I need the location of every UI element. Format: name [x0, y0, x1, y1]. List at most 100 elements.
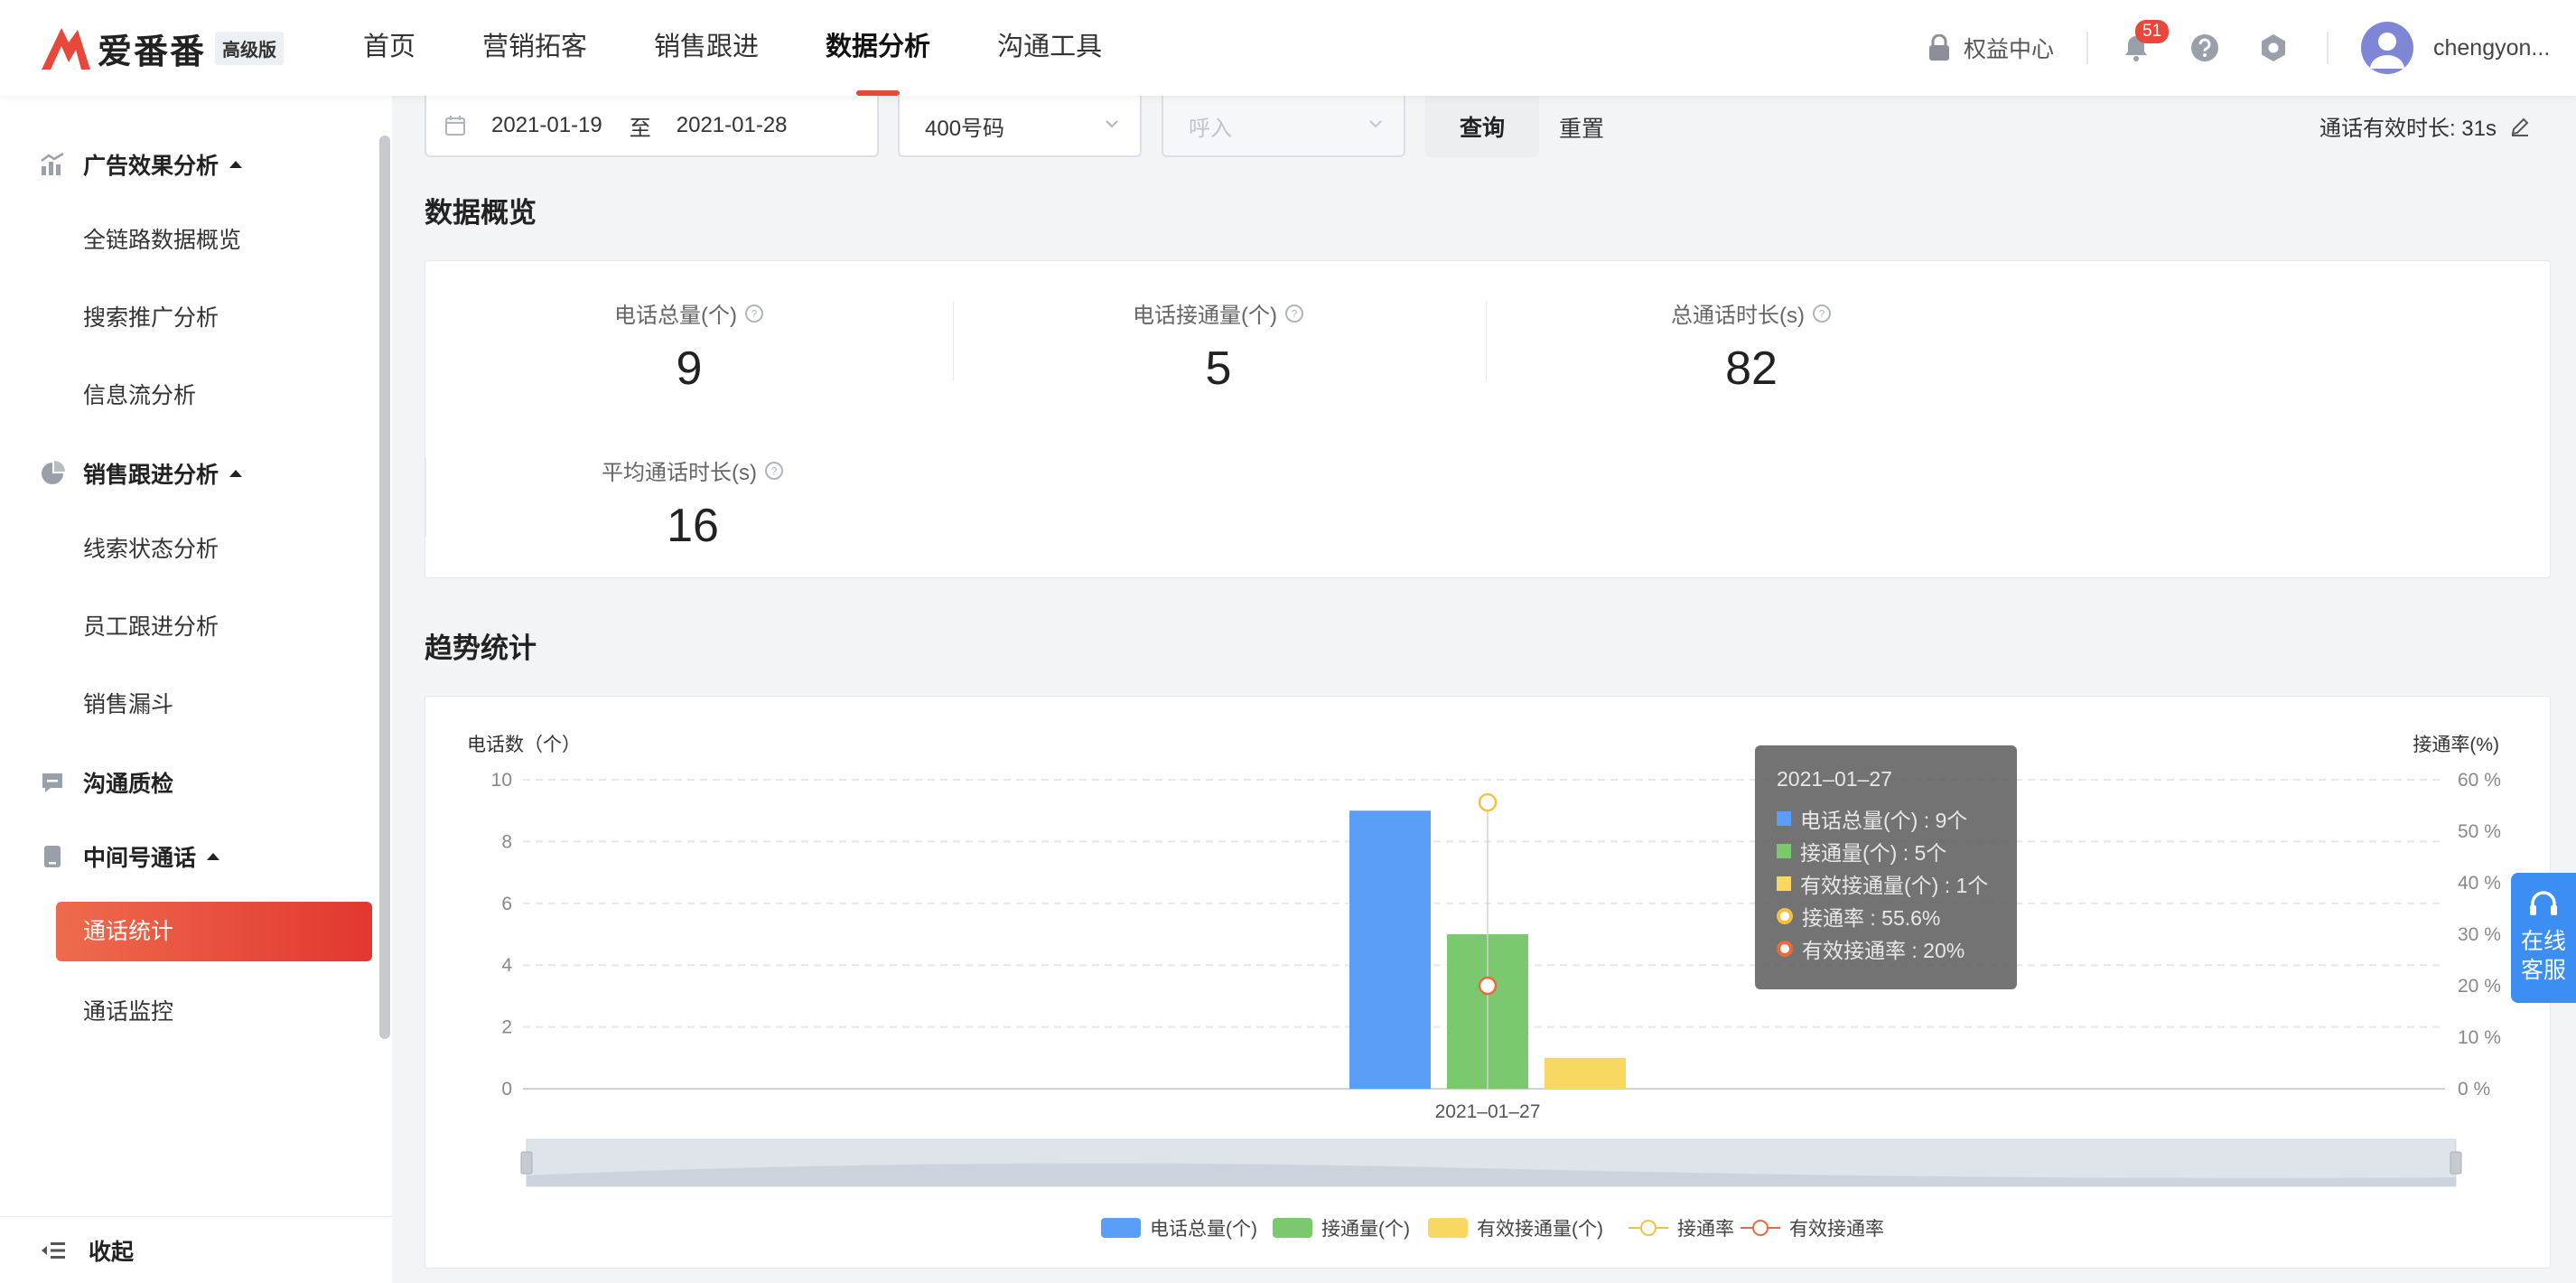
start-date[interactable]: 2021-01-19: [491, 113, 602, 138]
avatar[interactable]: [2361, 22, 2413, 74]
gear-icon: [2262, 34, 2285, 61]
tooltip-text: 接通量(个) : 5个: [1800, 841, 1947, 865]
nav-item-3[interactable]: 数据分析: [826, 0, 930, 96]
number-type-select[interactable]: 400号码: [898, 96, 1142, 157]
caret-up-icon: [207, 853, 220, 860]
help-icon[interactable]: ?: [764, 461, 784, 481]
legend-swatch: [1777, 876, 1791, 891]
phone-icon: [44, 846, 61, 867]
trend-chart-card: 电话数（个） 接通率(%) 0 2 4 6 8 10 0 % 10 % 20 % 30 % 40 % 50…: [425, 696, 2551, 1269]
bar-chart-icon: [41, 152, 64, 175]
stat-value: 5: [1205, 342, 1232, 395]
nav-item-1[interactable]: 营销拓客: [482, 0, 587, 96]
user-icon: [2370, 33, 2404, 69]
online-service-button[interactable]: 在线 客服: [2511, 873, 2576, 1003]
legend-label: 有效接通率: [1789, 1219, 1884, 1240]
legend-swatch: [1777, 908, 1793, 924]
calendar-icon: [445, 116, 465, 136]
tooltip-text: 有效接通量(个) : 1个: [1800, 874, 1989, 897]
nav-item-4[interactable]: 沟通工具: [997, 0, 1102, 96]
bar-2: [1545, 1057, 1626, 1089]
help-icon[interactable]: ?: [1812, 304, 1832, 323]
sidebar-group-quality-check[interactable]: 沟通质检: [40, 766, 173, 799]
overview-title: 数据概览: [425, 197, 537, 229]
svg-text:?: ?: [751, 307, 758, 320]
tooltip-date: 2021–01–27: [1777, 767, 1892, 791]
sidebar-group-label: 沟通质检: [83, 772, 174, 797]
filter-bar: 2021-01-19 至 2021-01-28 400号码 呼入 查询 重置 通…: [425, 96, 2543, 159]
chart-tooltip: 2021–01–27 电话总量(个) : 9个 接通量(个) : 5个 有效接通…: [1755, 745, 2017, 989]
nav-item-2[interactable]: 销售跟进: [654, 0, 759, 96]
sidebar-item-call-monitor[interactable]: 通话监控: [83, 994, 173, 1026]
sidebar-item-lead-status[interactable]: 线索状态分析: [83, 531, 219, 564]
number-type-value: 400号码: [925, 116, 1005, 141]
sidebar-item-sales-funnel[interactable]: 销售漏斗: [83, 687, 173, 719]
logo[interactable]: 爱番番 高级版: [38, 22, 285, 74]
line-point-1: [1478, 976, 1498, 996]
stat-total-duration: 总通话时长(s) ? 82: [1571, 297, 1932, 396]
date-range-picker[interactable]: 2021-01-19 至 2021-01-28: [425, 96, 879, 157]
service-line2: 客服: [2520, 958, 2566, 983]
sidebar-item-full-link[interactable]: 全链路数据概览: [83, 222, 241, 255]
stat-value: 16: [667, 500, 719, 552]
sidebar-group-label: 广告效果分析: [83, 154, 219, 179]
valid-duration: 通话有效时长: 31s: [2319, 110, 2531, 142]
notification-button[interactable]: 51: [2121, 20, 2170, 63]
sidebar-group-sales-analysis[interactable]: 销售跟进分析: [40, 457, 243, 490]
legend-swatch: [1101, 1218, 1141, 1238]
stat-label: 总通话时长(s): [1671, 304, 1805, 328]
rights-center-link[interactable]: 权益中心: [1927, 32, 2054, 64]
date-separator: 至: [629, 116, 651, 141]
query-button[interactable]: 查询: [1425, 96, 1539, 157]
main-nav: 首页 营销拓客 销售跟进 数据分析 沟通工具: [363, 0, 1169, 96]
chevron-down-icon: [1106, 120, 1118, 128]
nav-item-0[interactable]: 首页: [363, 0, 415, 96]
sidebar-item-staff-followup[interactable]: 员工跟进分析: [83, 609, 219, 642]
collapse-sidebar-button[interactable]: 收起: [0, 1216, 392, 1283]
help-button[interactable]: [2189, 33, 2220, 63]
y-tick-label: 10: [491, 770, 512, 791]
edit-icon[interactable]: [2509, 116, 2531, 137]
sidebar-item-call-stats[interactable]: 通话统计: [56, 902, 372, 961]
y-tick-label: 6: [501, 894, 512, 914]
zoom-handle-left: [520, 1151, 533, 1175]
sidebar-scrollbar[interactable]: [379, 136, 390, 1039]
call-direction-select[interactable]: 呼入: [1162, 96, 1405, 157]
header-actions: 权益中心 51 chengyon...: [1927, 0, 2576, 96]
y-tick-label: 2: [501, 1017, 512, 1038]
y-axis-right-title: 接通率(%): [2413, 735, 2499, 755]
svg-text:?: ?: [1819, 307, 1825, 320]
legend-label: 接通量(个): [1321, 1219, 1410, 1240]
call-direction-placeholder: 呼入: [1189, 116, 1232, 141]
tooltip-row: 电话总量(个) : 9个: [1777, 802, 1995, 835]
sidebar-item-search-promo[interactable]: 搜索推广分析: [83, 300, 219, 332]
reset-button[interactable]: 重置: [1559, 111, 1604, 144]
sidebar-group-ad-analysis[interactable]: 广告效果分析: [40, 148, 243, 181]
lock-icon: [1928, 34, 1949, 61]
trend-chart[interactable]: 电话数（个） 接通率(%) 0 2 4 6 8 10 0 % 10 % 20 % 30 % 40 % 50…: [425, 697, 2552, 1269]
help-icon: [2191, 34, 2218, 61]
username[interactable]: chengyon...: [2433, 35, 2576, 61]
tooltip-row: 接通量(个) : 5个: [1777, 835, 1995, 867]
logo-icon: [42, 28, 90, 70]
tooltip-row: 有效接通率 : 20%: [1777, 932, 1995, 965]
end-date[interactable]: 2021-01-28: [677, 113, 788, 138]
y-tick-label: 0: [501, 1079, 512, 1100]
legend-marker: [1640, 1220, 1657, 1236]
settings-button[interactable]: [2258, 33, 2289, 63]
svg-text:?: ?: [1292, 307, 1298, 320]
x-tick-label: 2021–01–27: [1435, 1101, 1541, 1122]
rights-center-label: 权益中心: [1963, 37, 2054, 62]
help-icon[interactable]: ?: [1284, 304, 1304, 323]
caret-up-icon: [229, 470, 243, 477]
y-axis-title: 电话数（个）: [467, 735, 581, 755]
legend-marker: [1752, 1220, 1769, 1236]
stat-divider: [425, 458, 426, 538]
stat-divider: [1486, 301, 1487, 380]
sidebar-item-feed[interactable]: 信息流分析: [83, 378, 196, 410]
help-icon[interactable]: ?: [744, 304, 764, 323]
stat-avg-duration: 平均通话时长(s) ? 16: [512, 454, 873, 553]
sidebar-group-virtual-number[interactable]: 中间号通话: [40, 840, 220, 873]
tooltip-text: 有效接通率 : 20%: [1802, 939, 1965, 962]
y-right-tick-label: 0 %: [2458, 1079, 2490, 1100]
